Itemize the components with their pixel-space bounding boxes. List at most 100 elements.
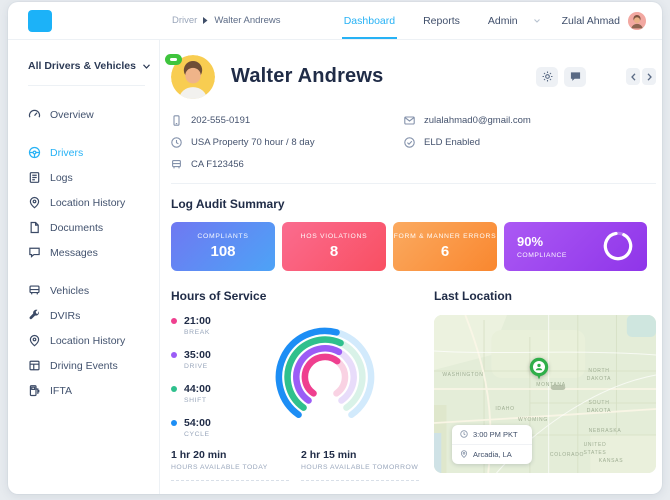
log-audit-summary: Log Audit Summary COMPLIANTS 108 HOS VIO…: [171, 197, 656, 271]
hours-available-today: 1 hr 20 min HOURS AVAILABLE TODAY: [171, 449, 289, 481]
license-value: CA F123456: [191, 159, 244, 170]
map-state-label: COLORADO: [544, 451, 590, 459]
sidebar-item-overview[interactable]: Overview: [28, 102, 159, 127]
hours-available-tomorrow: 2 hr 15 min HOURS AVAILABLE TOMORROW: [301, 449, 419, 481]
breadcrumb-parent-link[interactable]: Driver: [172, 15, 197, 26]
location-time: 3:00 PM PKT: [473, 430, 518, 439]
gauge-icon: [28, 108, 41, 121]
user-avatar: [628, 12, 646, 30]
sidebar-item-dvirs[interactable]: DVIRs: [28, 303, 159, 328]
sidebar-menu: OverviewDriversLogsLocation HistoryDocum…: [28, 102, 159, 403]
legend-dot: [171, 352, 177, 358]
map-state-label: WASHINGTON: [440, 371, 486, 379]
driving-status-badge: [165, 54, 182, 65]
sidebar-item-documents[interactable]: Documents: [28, 215, 159, 240]
chevron-left-icon: [631, 73, 636, 81]
map-state-label: KANSAS: [588, 457, 634, 465]
hos-legend-item-shift: 44:00SHIFT: [171, 383, 237, 404]
wrench-icon: [28, 309, 41, 322]
nav-tab-admin[interactable]: Admin: [488, 2, 518, 39]
map-state-label: NORTH DAKOTA: [576, 367, 622, 383]
nav-tab-dashboard[interactable]: Dashboard: [344, 2, 395, 39]
sidebar-item-drivers[interactable]: Drivers: [28, 140, 159, 165]
fleet-filter-dropdown[interactable]: All Drivers & Vehicles: [28, 60, 159, 72]
document-icon: [28, 221, 41, 234]
driver-pager: [626, 68, 656, 85]
driver-profile-header: Walter Andrews: [171, 52, 656, 170]
app-logo[interactable]: [28, 10, 52, 32]
sidebar-item-vehicles[interactable]: Vehicles: [28, 278, 159, 303]
sidebar: All Drivers & Vehicles OverviewDriversLo…: [8, 40, 160, 494]
main-content: Walter Andrews: [160, 40, 662, 494]
map-pin-icon: [460, 450, 468, 458]
sidebar-item-location-history[interactable]: Location History: [28, 190, 159, 215]
driver-location-pin[interactable]: [529, 357, 549, 386]
mail-icon: [404, 115, 415, 126]
message-button[interactable]: [564, 67, 586, 87]
sidebar-item-messages[interactable]: Messages: [28, 240, 159, 265]
hos-legend-item-break: 21:00BREAK: [171, 315, 237, 336]
last-location-panel: Last Location: [434, 289, 656, 481]
sidebar-item-ifta[interactable]: IFTA: [28, 378, 159, 403]
phone-row: 202-555-0191: [171, 115, 404, 126]
map-pin-icon: [28, 196, 41, 209]
chevron-down-icon[interactable]: [534, 19, 540, 23]
hos-legend-item-cycle: 54:00CYCLE: [171, 417, 237, 438]
legend-dot: [171, 420, 177, 426]
license-row: CA F123456: [171, 159, 404, 170]
chat-icon: [28, 246, 41, 259]
top-bar: Driver Walter Andrews Dashboard Reports …: [8, 2, 662, 40]
hos-violations-card: HOS VIOLATIONS 8: [282, 222, 386, 271]
last-location-title: Last Location: [434, 289, 656, 303]
driver-details: 202-555-0191 USA Property 70 hour / 8 da…: [171, 115, 656, 170]
dashboard-columns: Hours of Service 21:00BREAK 35:00DRIVE 44:…: [171, 289, 656, 481]
user-menu[interactable]: Zulal Ahmad: [562, 12, 646, 30]
map-pin-icon: [28, 334, 41, 347]
hos-legend-item-drive: 35:00DRIVE: [171, 349, 237, 370]
next-driver-button[interactable]: [642, 68, 656, 85]
steering-wheel-icon: [28, 146, 41, 159]
previous-driver-button[interactable]: [626, 68, 640, 85]
email-row: zulalahmad0@gmail.com: [404, 115, 637, 126]
hours-of-service-title: Hours of Service: [171, 289, 419, 303]
ruleset-value: USA Property 70 hour / 8 day: [191, 137, 315, 148]
hos-availability: 1 hr 20 min HOURS AVAILABLE TODAY 2 hr 1…: [171, 449, 419, 481]
map-state-label: WYOMING: [510, 416, 556, 424]
map-state-label: SOUTH DAKOTA: [576, 399, 622, 415]
sidebar-item-logs[interactable]: Logs: [28, 165, 159, 190]
app-window: Driver Walter Andrews Dashboard Reports …: [8, 2, 662, 494]
location-time-row: 3:00 PM PKT: [452, 425, 532, 444]
user-name: Zulal Ahmad: [562, 15, 620, 27]
eld-row: ELD Enabled: [404, 137, 637, 148]
logs-icon: [28, 171, 41, 184]
driver-avatar: [171, 55, 215, 99]
truck-icon: [28, 284, 41, 297]
location-place: Arcadia, LA: [473, 450, 512, 459]
hours-of-service-panel: Hours of Service 21:00BREAK 35:00DRIVE 44:…: [171, 289, 419, 481]
check-circle-icon: [404, 137, 415, 148]
profile-actions: [530, 67, 656, 87]
log-audit-title: Log Audit Summary: [171, 197, 656, 211]
sidebar-item-location-history[interactable]: Location History: [28, 328, 159, 353]
section-divider: [171, 183, 656, 184]
phone-icon: [171, 115, 182, 126]
compliance-card: 90% COMPLIANCE: [504, 222, 647, 271]
location-info-card: 3:00 PM PKT Arcadia, LA: [452, 425, 532, 464]
clock-icon: [171, 137, 182, 148]
settings-button[interactable]: [536, 67, 558, 87]
map-state-label: NEBRASKA: [582, 427, 628, 435]
map[interactable]: WASHINGTONMONTANANORTH DAKOTASOUTH DAKOT…: [434, 315, 656, 473]
sidebar-item-driving-events[interactable]: Driving Events: [28, 353, 159, 378]
sidebar-divider: [28, 85, 145, 86]
map-state-label: IDAHO: [482, 405, 528, 413]
audit-cards: COMPLIANTS 108 HOS VIOLATIONS 8 FORM & M…: [171, 222, 656, 271]
email-value: zulalahmad0@gmail.com: [424, 115, 531, 126]
fleet-filter-label: All Drivers & Vehicles: [28, 60, 136, 72]
breadcrumb-arrow-icon: [203, 17, 208, 24]
nav-tab-reports[interactable]: Reports: [423, 2, 460, 39]
ruleset-row: USA Property 70 hour / 8 day: [171, 137, 404, 148]
compliance-ring: [602, 230, 634, 262]
eld-status-value: ELD Enabled: [424, 137, 480, 148]
truck-icon: [171, 159, 182, 170]
chat-icon: [570, 71, 581, 82]
